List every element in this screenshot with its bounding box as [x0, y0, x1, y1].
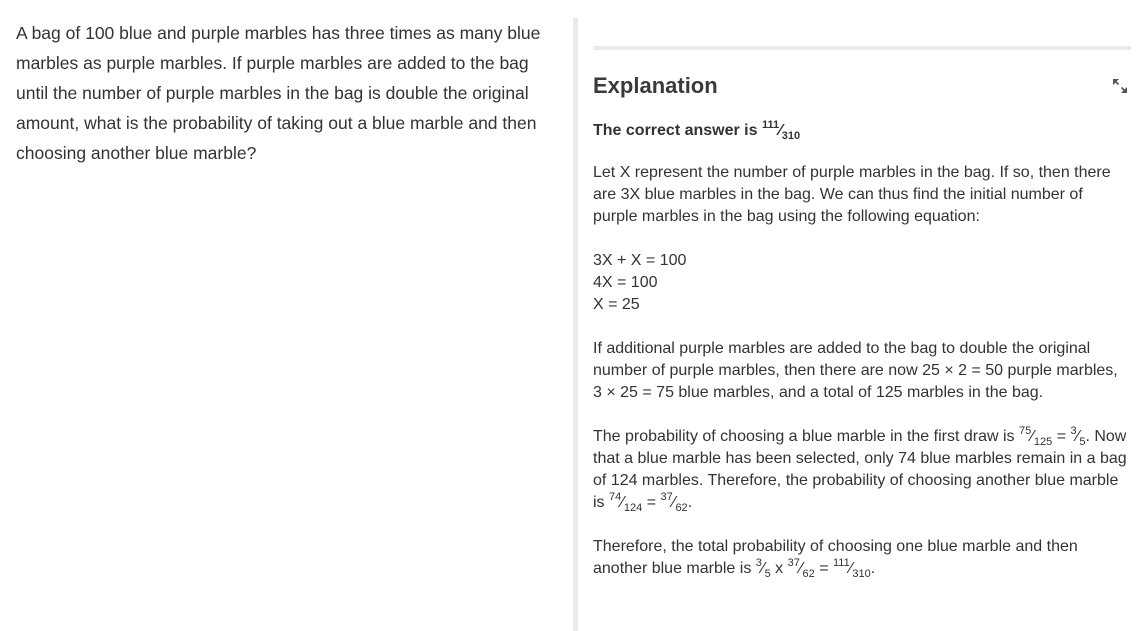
text-segment: The probability of choosing a blue marbl… [593, 428, 1019, 445]
fraction-numerator: 3 [1070, 424, 1077, 437]
question-pane: A bag of 100 blue and purple marbles has… [16, 18, 561, 168]
explanation-paragraph-1: Let X represent the number of purple mar… [593, 164, 1111, 225]
fraction-numerator: 37 [787, 556, 800, 569]
correct-answer: The correct answer is 111⁄310 [593, 118, 1131, 143]
correct-answer-fraction: 111⁄310 [761, 118, 801, 143]
fraction-numerator: 111 [761, 118, 780, 131]
equation-line: 4X = 100 [593, 274, 658, 291]
fraction-denominator: 62 [802, 568, 815, 581]
fraction-denominator: 310 [781, 130, 801, 143]
fraction: 37⁄62 [660, 490, 688, 515]
expand-icon[interactable] [1111, 77, 1129, 95]
equation-list: 3X + X = 100 4X = 100 X = 25 [593, 250, 1131, 316]
explanation-title: Explanation [593, 73, 718, 98]
fraction-numerator: 74 [609, 490, 622, 503]
explanation-header: Explanation [593, 70, 1131, 102]
fraction-numerator: 111 [832, 556, 850, 569]
question-text: A bag of 100 blue and purple marbles has… [16, 23, 541, 163]
explanation-paragraph-2: If additional purple marbles are added t… [593, 340, 1118, 401]
fraction-numerator: 37 [660, 490, 673, 503]
fraction: 75⁄125 [1019, 424, 1053, 449]
text-segment: = [814, 560, 833, 577]
fraction: 74⁄124 [609, 490, 643, 515]
fraction: 3⁄5 [755, 556, 771, 581]
pane-divider[interactable] [573, 18, 578, 631]
explanation-paragraph-3: The probability of choosing a blue marbl… [593, 424, 1131, 515]
fraction-numerator: 75 [1019, 424, 1032, 437]
correct-answer-prefix: The correct answer is [593, 122, 762, 139]
text-segment: x [770, 560, 788, 577]
page: A bag of 100 blue and purple marbles has… [0, 0, 1140, 631]
fraction: 111⁄310 [832, 556, 871, 581]
text-segment: . [870, 560, 876, 577]
explanation-pane: Explanation The correct answer is 111⁄31… [593, 46, 1131, 631]
fraction-denominator: 62 [675, 502, 688, 515]
text-segment: . [687, 494, 693, 511]
equation-line: 3X + X = 100 [593, 252, 687, 269]
text-segment: = [1052, 428, 1071, 445]
fraction-denominator: 125 [1033, 436, 1053, 449]
fraction: 3⁄5 [1070, 424, 1086, 449]
explanation-top-rule [593, 46, 1131, 50]
fraction-denominator: 124 [623, 502, 643, 515]
fraction-numerator: 3 [755, 556, 762, 569]
fraction-denominator: 310 [852, 568, 871, 581]
fraction: 37⁄62 [787, 556, 815, 581]
explanation-paragraph-4: Therefore, the total probability of choo… [593, 536, 1131, 580]
text-segment: = [642, 494, 661, 511]
equation-line: X = 25 [593, 296, 640, 313]
